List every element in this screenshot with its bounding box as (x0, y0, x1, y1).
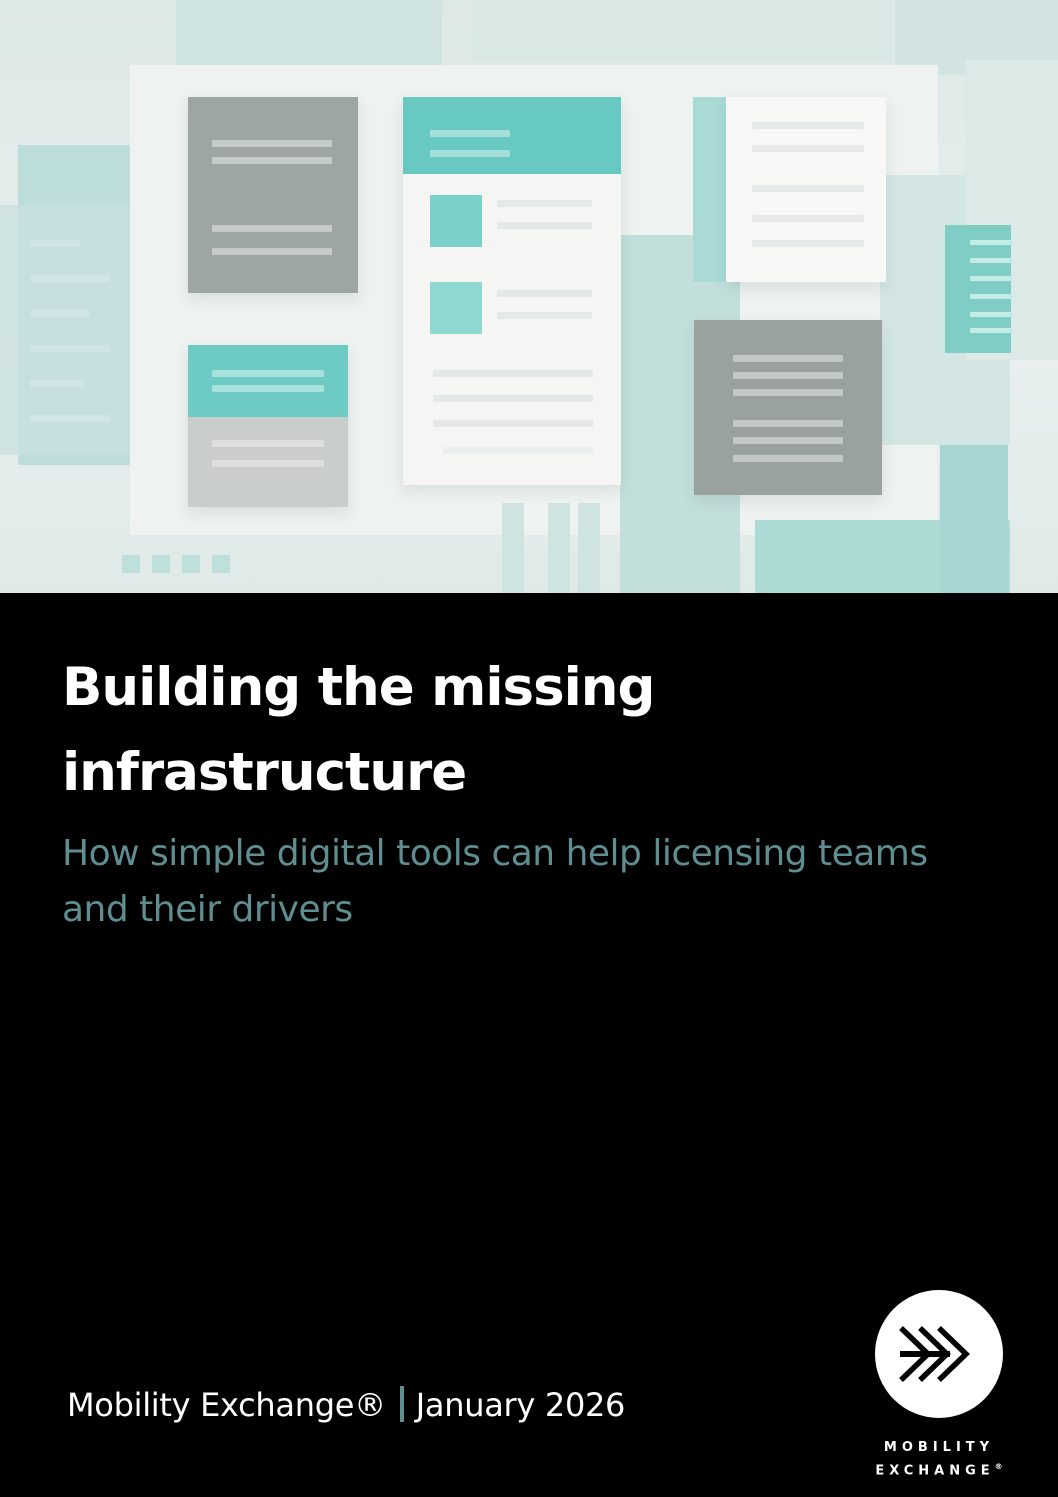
footer-divider (399, 1386, 404, 1422)
page-title: Building the missing infrastructure (62, 657, 655, 803)
logo-line-2: EXCHANGE® (875, 1462, 1003, 1479)
chevrons-icon (899, 1326, 970, 1382)
publication-date: January 2026 (415, 1386, 626, 1424)
page-subtitle: How simple digital tools can help licens… (62, 833, 928, 931)
registered-mark: ® (994, 1462, 1003, 1471)
logo-circle (875, 1290, 1003, 1418)
footer-credit: Mobility Exchange® January 2026 (67, 1386, 625, 1424)
publisher-name: Mobility Exchange® (67, 1386, 386, 1424)
hero-illustration (0, 0, 1058, 593)
cover-page: Building the missing infrastructure How … (0, 0, 1058, 1497)
logo-line-1: MOBILITY (883, 1440, 995, 1455)
mobility-exchange-logo: MOBILITY EXCHANGE® (869, 1290, 1009, 1480)
logo-wordmark: MOBILITY EXCHANGE® (869, 1438, 1009, 1480)
